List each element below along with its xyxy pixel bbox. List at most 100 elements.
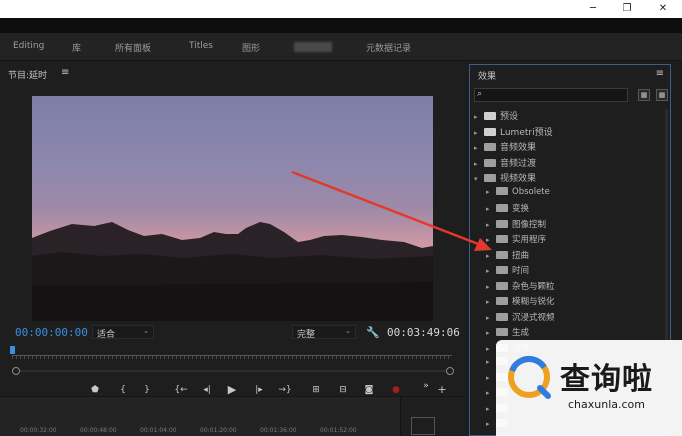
- chevron-right-icon[interactable]: ▸: [474, 129, 484, 137]
- effects-tree-item[interactable]: ▸ 音频过渡: [474, 156, 536, 170]
- watermark-url: chaxunla.com: [568, 398, 645, 411]
- go-to-in-icon[interactable]: {←: [174, 383, 188, 397]
- zoom-scrollbar-right-handle[interactable]: [446, 367, 454, 375]
- chevron-right-icon[interactable]: ▸: [486, 420, 496, 428]
- timeline-ruler[interactable]: 00:00:32:00 00:00:48:00 00:01:04:00 00:0…: [0, 427, 380, 436]
- mark-in-icon[interactable]: {: [116, 383, 130, 397]
- workspace-bar: Editing 库 所有面板 Titles 图形 元数据记录: [0, 33, 682, 61]
- folder-icon: [496, 266, 508, 274]
- effects-tree-item[interactable]: ▸ 沉浸式视频: [486, 311, 555, 325]
- chevron-right-icon[interactable]: ▸: [486, 188, 496, 196]
- timeline-tick: 00:01:20:00: [200, 427, 237, 434]
- effects-tree-item[interactable]: ▸ 生成: [486, 326, 529, 340]
- playhead[interactable]: [10, 346, 15, 354]
- chevron-right-icon[interactable]: ▸: [474, 160, 484, 168]
- marker-icon[interactable]: ⬟: [88, 383, 102, 397]
- workspace-tab-editing[interactable]: Editing: [13, 41, 44, 51]
- chevron-right-icon[interactable]: ▸: [486, 267, 496, 275]
- program-monitor-title[interactable]: 节目:延时: [8, 68, 47, 81]
- chevron-right-icon[interactable]: ▸: [486, 405, 496, 413]
- folder-icon: [496, 186, 508, 195]
- effects-tree-item[interactable]: ▸ 杂色与颗粒: [486, 280, 555, 294]
- effects-tree-label: 扭曲: [512, 250, 530, 261]
- zoom-scrollbar[interactable]: [12, 367, 454, 375]
- monitor-controls-row: 00:00:00:00 适合 ⌄ 完整 ⌄ 00:03:49:06: [0, 324, 466, 342]
- add-icon[interactable]: +: [435, 383, 449, 397]
- workspace-tab-titles[interactable]: Titles: [189, 41, 213, 51]
- play-icon[interactable]: ▶: [225, 383, 239, 397]
- go-to-out-icon[interactable]: →}: [278, 383, 292, 397]
- chevron-right-icon[interactable]: ▸: [486, 252, 496, 260]
- chevron-right-icon[interactable]: ▸: [486, 374, 496, 382]
- record-icon[interactable]: ●: [389, 383, 403, 397]
- minimize-icon[interactable]: ─: [586, 2, 600, 16]
- effects-tree-item[interactable]: ▸ 实用程序: [486, 233, 546, 247]
- effects-tree-item[interactable]: ▸ 扭曲: [486, 249, 529, 263]
- chevron-down-icon: ⌄: [143, 327, 149, 335]
- audio-meter-panel: [400, 397, 466, 436]
- effects-tree-label: 沉浸式视频: [512, 312, 555, 323]
- chevron-right-icon[interactable]: ▸: [486, 358, 496, 366]
- chevron-right-icon[interactable]: ▸: [486, 205, 496, 213]
- extract-icon[interactable]: ⊟: [336, 383, 350, 397]
- effects-tree-item[interactable]: ▸ 图像控制: [486, 218, 546, 232]
- current-timecode[interactable]: 00:00:00:00: [15, 326, 88, 339]
- mark-out-icon[interactable]: }: [140, 383, 154, 397]
- timeline-panel: 00:00:32:00 00:00:48:00 00:01:04:00 00:0…: [0, 396, 466, 436]
- effects-tree-label: 视频效果: [500, 174, 537, 184]
- export-frame-icon[interactable]: ◙: [362, 383, 376, 397]
- chevron-down-icon[interactable]: ▾: [474, 175, 484, 183]
- chevron-right-icon[interactable]: ▸: [486, 283, 496, 291]
- lift-icon[interactable]: ⊞: [309, 383, 323, 397]
- effects-search-input[interactable]: ⌕: [474, 88, 628, 102]
- folder-icon: [496, 297, 508, 305]
- effects-tree-item[interactable]: ▸ Lumetri预设: [474, 125, 553, 139]
- effects-tree-item[interactable]: ▸ 模糊与锐化: [486, 295, 555, 309]
- fit-zoom-dropdown[interactable]: 适合 ⌄: [92, 325, 154, 340]
- chevron-right-icon[interactable]: ▸: [486, 236, 496, 244]
- workspace-tab-blurred[interactable]: [294, 42, 332, 52]
- workspace-tab-libraries[interactable]: 库: [72, 41, 81, 54]
- effects-tree-item[interactable]: ▸ 时间: [486, 264, 529, 278]
- panel-menu-icon[interactable]: ≡: [61, 67, 69, 78]
- panel-menu-icon[interactable]: ≡: [656, 68, 664, 79]
- zoom-scrollbar-left-handle[interactable]: [12, 367, 20, 375]
- effects-tree-item[interactable]: ▾ 视频效果: [474, 171, 536, 185]
- close-icon[interactable]: ✕: [656, 2, 670, 16]
- playback-resolution-dropdown[interactable]: 完整 ⌄: [292, 325, 356, 340]
- effects-tree-item[interactable]: ▸ 预设: [474, 109, 518, 123]
- folder-icon: [496, 281, 508, 290]
- settings-wrench-icon[interactable]: 🔧: [366, 326, 380, 339]
- time-ruler[interactable]: [12, 352, 452, 366]
- chevron-right-icon[interactable]: ▸: [486, 298, 496, 306]
- accelerated-effects-icon[interactable]: ▦: [638, 89, 650, 101]
- effects-tree-item[interactable]: ▸ 音频效果: [474, 140, 536, 154]
- step-forward-icon[interactable]: |▸: [252, 383, 266, 397]
- effects-tree-label: 图像控制: [512, 219, 547, 230]
- chevron-right-icon[interactable]: ▸: [486, 345, 496, 353]
- effects-panel-title[interactable]: 效果: [478, 69, 496, 82]
- chevron-right-icon[interactable]: ▸: [486, 314, 496, 322]
- more-icon[interactable]: »: [419, 379, 433, 393]
- chevron-right-icon[interactable]: ▸: [474, 144, 484, 152]
- watermark-text: 查询啦: [560, 362, 653, 397]
- folder-icon: [496, 219, 508, 228]
- workspace-tab-all-panels[interactable]: 所有面板: [115, 41, 151, 54]
- effects-tree-item[interactable]: ▸ 变换: [486, 202, 529, 216]
- bin-star-icon: [484, 112, 496, 120]
- timeline-tick: 00:00:32:00: [20, 427, 57, 434]
- chevron-right-icon[interactable]: ▸: [486, 329, 496, 337]
- effects-tree-label: 杂色与颗粒: [512, 281, 555, 292]
- 32bit-effects-icon[interactable]: ▦: [656, 89, 668, 101]
- effects-tree-item[interactable]: ▸ Obsolete: [486, 186, 550, 201]
- workspace-tab-metadata[interactable]: 元数据记录: [366, 41, 411, 54]
- workspace-tab-graphics[interactable]: 图形: [242, 41, 260, 54]
- ruler-ticks: [12, 356, 452, 359]
- restore-icon[interactable]: ❐: [620, 2, 634, 16]
- watermark-logo-icon: [508, 356, 551, 399]
- chevron-right-icon[interactable]: ▸: [486, 389, 496, 397]
- chevron-right-icon[interactable]: ▸: [486, 221, 496, 229]
- chevron-right-icon[interactable]: ▸: [474, 113, 484, 121]
- folder-icon: [496, 250, 508, 259]
- step-back-icon[interactable]: ◂|: [200, 383, 214, 397]
